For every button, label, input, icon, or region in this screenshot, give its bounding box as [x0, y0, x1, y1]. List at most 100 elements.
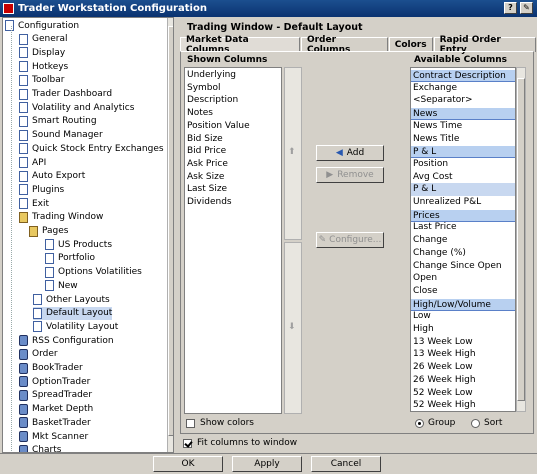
available-column-item[interactable]: 26 Week Low: [411, 361, 515, 374]
available-column-item[interactable]: 26 Week High: [411, 374, 515, 387]
page-icon: [19, 88, 28, 100]
tree-item[interactable]: Quick Stock Entry Exchanges: [19, 142, 164, 155]
remove-button[interactable]: ▶ Remove: [316, 167, 384, 183]
available-column-item[interactable]: Change: [411, 234, 515, 247]
available-group-header[interactable]: News: [411, 107, 515, 121]
sort-radio-dot[interactable]: [471, 418, 480, 428]
ok-button[interactable]: OK: [153, 456, 223, 472]
tree-root-configuration[interactable]: Configuration: [5, 19, 79, 32]
tab-colors[interactable]: Colors: [388, 37, 433, 52]
available-column-item[interactable]: High: [411, 323, 515, 336]
tree-item-layout[interactable]: Other Layouts: [33, 293, 110, 306]
group-radio-dot[interactable]: [415, 418, 424, 428]
available-column-item[interactable]: Position: [411, 158, 515, 171]
tree-item[interactable]: Plugins: [19, 183, 64, 196]
fit-columns-box[interactable]: [183, 438, 192, 448]
tree-item-group[interactable]: BasketTrader: [19, 416, 91, 429]
pin-icon[interactable]: ✎: [520, 2, 533, 14]
shown-columns-list[interactable]: Underlying Symbol Description Notes Position…: [184, 67, 282, 414]
fit-columns-checkbox[interactable]: Fit columns to window: [183, 438, 297, 448]
available-column-item[interactable]: 52 Week High: [411, 399, 515, 411]
tab-market-data-columns[interactable]: Market Data Columns: [180, 35, 300, 55]
tab-order-columns[interactable]: Order Columns: [300, 35, 388, 55]
available-column-item[interactable]: Open: [411, 272, 515, 285]
available-group-header[interactable]: Contract Description: [411, 69, 515, 82]
shown-column-item[interactable]: Bid Price: [185, 145, 281, 158]
tree-item-layout[interactable]: Volatility Layout: [33, 320, 118, 333]
tree-item-page[interactable]: New: [45, 279, 78, 292]
available-scrollbar[interactable]: [516, 67, 526, 412]
available-column-item[interactable]: Exchange: [411, 82, 515, 95]
shown-column-item[interactable]: Ask Price: [185, 158, 281, 171]
available-group-header[interactable]: Prices: [411, 208, 515, 222]
tree-item-pages[interactable]: Pages: [29, 225, 68, 238]
tree-item[interactable]: Volatility and Analytics: [19, 101, 134, 114]
tree-item-trading-window[interactable]: Trading Window: [19, 211, 103, 224]
group-radio[interactable]: Group: [415, 418, 455, 428]
shown-column-item[interactable]: Underlying: [185, 69, 281, 82]
available-column-item[interactable]: 52 Week Low: [411, 387, 515, 400]
shown-column-item[interactable]: Description: [185, 94, 281, 107]
tree-item[interactable]: Smart Routing: [19, 115, 97, 128]
apply-button[interactable]: Apply: [232, 456, 302, 472]
move-up-icon[interactable]: ⬆: [288, 147, 296, 157]
move-down-icon[interactable]: ⬇: [288, 322, 296, 332]
tree-item-page[interactable]: Options Volatilities: [45, 266, 142, 279]
available-column-item[interactable]: <Separator>: [411, 94, 515, 107]
help-button[interactable]: ?: [504, 2, 517, 14]
tree-item-group[interactable]: SpreadTrader: [19, 389, 92, 402]
tree-item[interactable]: API: [19, 156, 46, 169]
available-group-header[interactable]: High/Low/Volume: [411, 297, 515, 311]
shown-column-item[interactable]: Symbol: [185, 82, 281, 95]
available-group-header[interactable]: P & L: [411, 145, 515, 159]
tree-scrollbar[interactable]: [167, 18, 173, 452]
tree-item-group[interactable]: RSS Configuration: [19, 334, 114, 347]
available-column-item[interactable]: Unrealized P&L: [411, 196, 515, 209]
shown-column-item[interactable]: Dividends: [185, 196, 281, 209]
shown-column-item[interactable]: Bid Size: [185, 133, 281, 146]
tree-item-group[interactable]: Order: [19, 348, 58, 361]
tree-item[interactable]: Exit: [19, 197, 49, 210]
available-column-item[interactable]: Change (%): [411, 247, 515, 260]
available-column-item[interactable]: P & L: [411, 183, 515, 197]
tree-item[interactable]: Display: [19, 46, 65, 59]
available-column-item[interactable]: Low: [411, 310, 515, 323]
available-column-item[interactable]: News Time: [411, 120, 515, 133]
tree-item[interactable]: General: [19, 33, 67, 46]
tree-item-page[interactable]: US Products: [45, 238, 112, 251]
show-colors-box[interactable]: [186, 418, 195, 428]
cancel-button[interactable]: Cancel: [311, 456, 381, 472]
tree-item-group[interactable]: BookTrader: [19, 362, 83, 375]
tree-item-group[interactable]: Charts: [19, 444, 61, 452]
shown-column-item[interactable]: Position Value: [185, 120, 281, 133]
available-scroll-thumb[interactable]: [517, 78, 525, 401]
tree-item-layout[interactable]: Default Layout: [33, 306, 113, 320]
shown-column-item[interactable]: Ask Size: [185, 171, 281, 184]
tree-item-page[interactable]: Portfolio: [45, 252, 95, 265]
configure-button[interactable]: ✎ Configure...: [316, 232, 384, 248]
available-column-item[interactable]: Change Since Open: [411, 260, 515, 273]
tree-item-group[interactable]: Mkt Scanner: [19, 430, 88, 443]
shown-column-item[interactable]: Last Size: [185, 183, 281, 196]
tree-item[interactable]: Sound Manager: [19, 129, 103, 142]
available-column-item[interactable]: Close: [411, 285, 515, 298]
available-column-item[interactable]: Avg Cost: [411, 171, 515, 184]
tree-item[interactable]: Auto Export: [19, 170, 85, 183]
tree-item[interactable]: Trader Dashboard: [19, 88, 112, 101]
available-column-item[interactable]: 13 Week High: [411, 348, 515, 361]
available-columns-list[interactable]: Contract Description Exchange <Separator> N…: [410, 67, 516, 412]
tree-scroll-thumb[interactable]: [168, 26, 173, 436]
tree-item[interactable]: Toolbar: [19, 74, 64, 87]
available-column-item[interactable]: News Title: [411, 133, 515, 146]
available-column-item[interactable]: 13 Week Low: [411, 336, 515, 349]
tab-rapid-order-entry[interactable]: Rapid Order Entry: [433, 35, 537, 55]
tree-item-group[interactable]: Market Depth: [19, 403, 93, 416]
show-colors-checkbox[interactable]: Show colors: [186, 418, 254, 428]
tree-item[interactable]: Hotkeys: [19, 60, 68, 73]
tree-item-label: Portfolio: [58, 253, 96, 264]
sort-radio[interactable]: Sort: [471, 418, 502, 428]
tree-item-group[interactable]: OptionTrader: [19, 375, 90, 388]
shown-column-item[interactable]: Notes: [185, 107, 281, 120]
add-button[interactable]: ◀ Add: [316, 145, 384, 161]
available-column-item[interactable]: Last Price: [411, 221, 515, 234]
